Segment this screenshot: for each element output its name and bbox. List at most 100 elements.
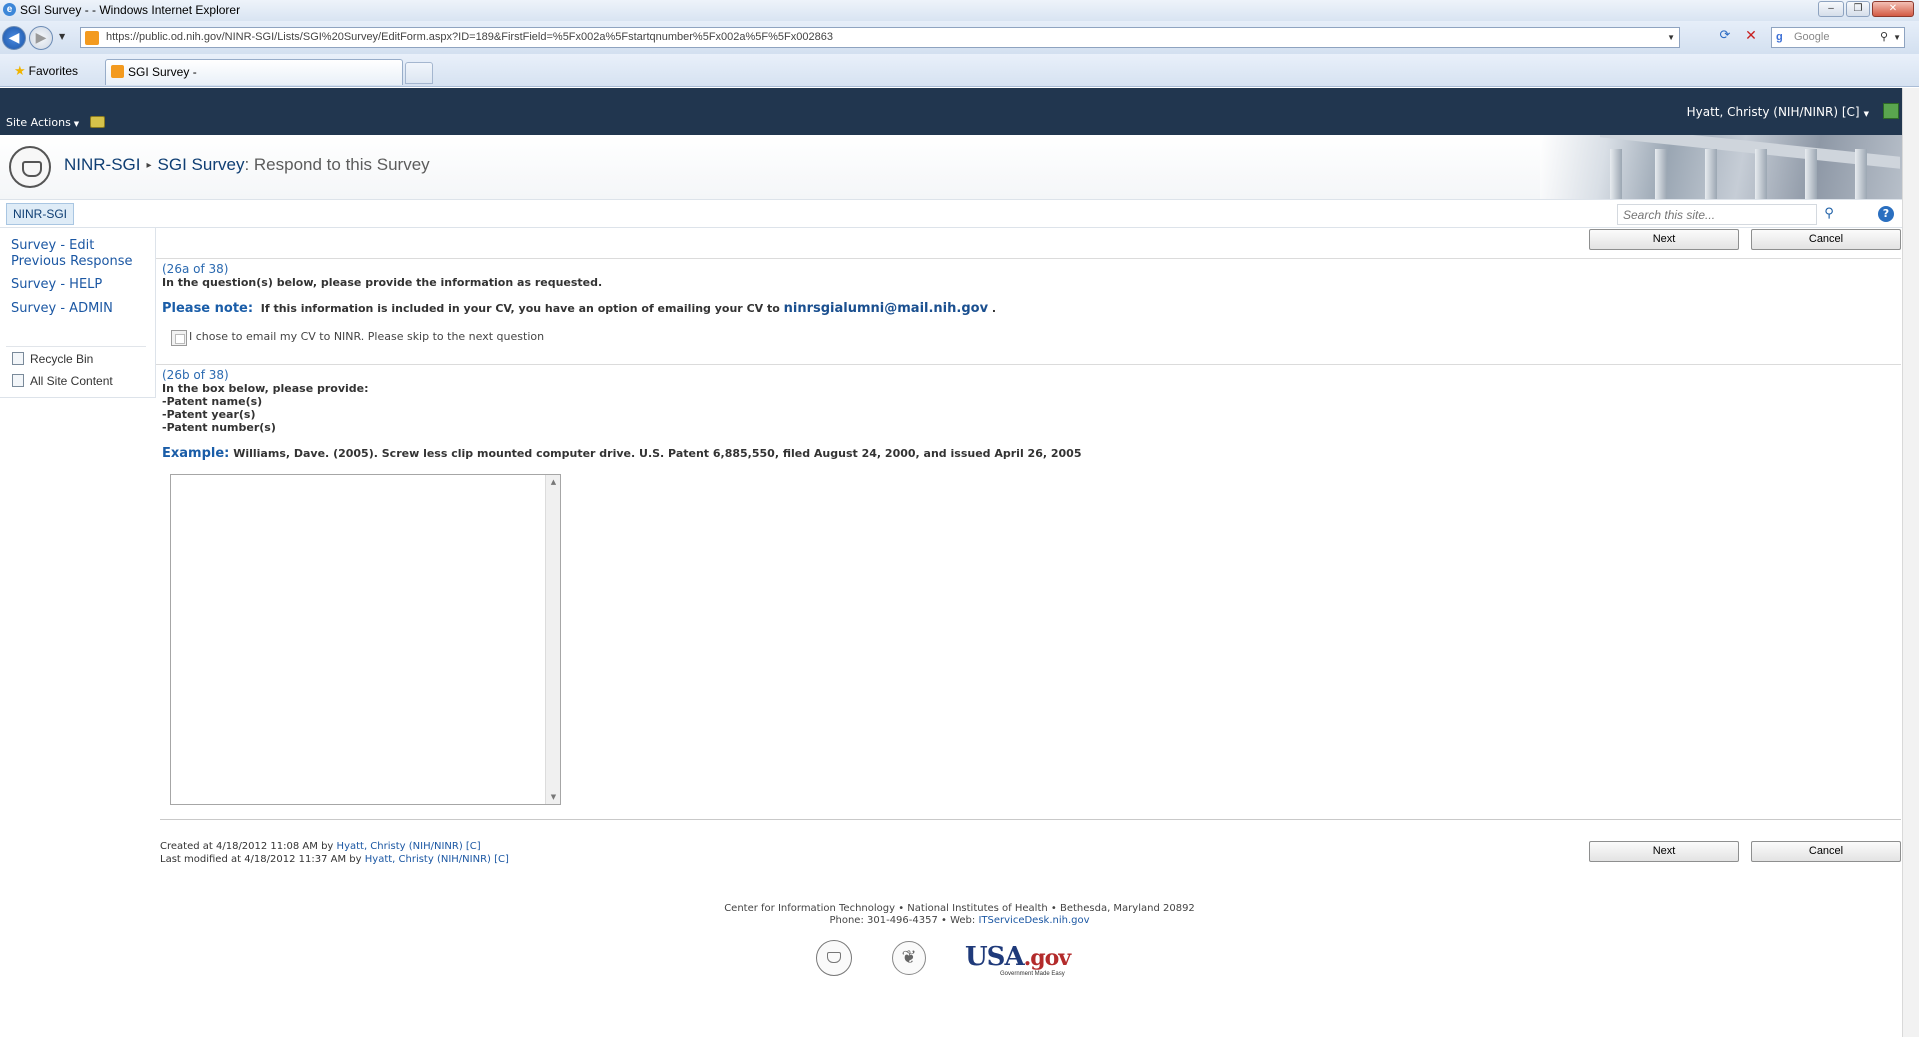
scroll-up-icon[interactable]: ▲ — [546, 478, 561, 486]
header-building-photo — [1540, 135, 1904, 199]
recycle-bin-link[interactable]: Recycle Bin — [12, 352, 93, 366]
divider — [160, 819, 1901, 820]
address-dropdown-icon[interactable]: ▼ — [1667, 28, 1675, 47]
favorites-button[interactable]: ★ Favorites — [14, 63, 78, 79]
address-bar-row: ◀ ▶ ▼ https://public.od.nih.gov/NINR-SGI… — [0, 21, 1919, 54]
nih-seal-icon[interactable] — [816, 940, 852, 976]
tab-ninr-sgi[interactable]: NINR-SGI — [6, 203, 74, 225]
chevron-down-icon: ▼ — [1863, 110, 1869, 118]
sharepoint-top-bar: Site Actions ▼ Hyatt, Christy (NIH/NINR) … — [0, 88, 1919, 135]
textarea-scrollbar[interactable]: ▲ ▼ — [545, 475, 560, 804]
favorites-label: Favorites — [28, 64, 79, 78]
excel-icon[interactable] — [1883, 103, 1899, 119]
hhs-eagle-icon[interactable]: ❦ — [892, 941, 926, 975]
restore-button[interactable]: ❐ — [1846, 1, 1870, 17]
created-info: Created at 4/18/2012 11:08 AM by Hyatt, … — [160, 841, 481, 852]
divider — [156, 364, 1901, 365]
star-icon: ★ — [14, 63, 26, 78]
nih-seal-logo[interactable] — [9, 146, 51, 188]
recent-pages-dropdown-icon[interactable]: ▼ — [59, 32, 65, 41]
created-text: Created at 4/18/2012 11:08 AM by — [160, 841, 334, 852]
instruction-line: In the box below, please provide: — [162, 382, 369, 395]
breadcrumb: NINR-SGI ▸ SGI Survey: Respond to this Sur… — [64, 155, 430, 175]
user-menu[interactable]: Hyatt, Christy (NIH/NINR) [C] ▼ — [1687, 105, 1869, 119]
footer-web-link[interactable]: ITServiceDesk.nih.gov — [978, 915, 1089, 926]
url-text: https://public.od.nih.gov/NINR-SGI/Lists… — [106, 31, 833, 43]
favorites-bar: ★ Favorites SGI Survey - — [0, 54, 1919, 87]
web-search-placeholder: Google — [1794, 31, 1830, 43]
instruction-line: -Patent name(s) — [162, 395, 263, 408]
address-bar[interactable]: https://public.od.nih.gov/NINR-SGI/Lists… — [80, 27, 1680, 48]
patent-details-textarea[interactable] — [170, 474, 561, 805]
site-actions-label: Site Actions — [6, 116, 71, 129]
breadcrumb-list-link[interactable]: SGI Survey — [158, 155, 245, 174]
question-number-26a: (26a of 38) — [162, 262, 229, 276]
question-26b-instructions: In the box below, please provide: -Paten… — [162, 382, 369, 434]
patent-example: Example: Williams, Dave. (2005). Screw l… — [162, 447, 1081, 460]
tab-title: SGI Survey - — [128, 65, 197, 79]
quicklaunch-admin[interactable]: Survey - ADMIN — [11, 301, 113, 317]
email-link[interactable]: ninrsgialumni@mail.nih.gov — [784, 301, 988, 316]
new-tab-button[interactable] — [405, 62, 433, 84]
email-cv-checkbox-label[interactable]: I chose to email my CV to NINR. Please s… — [189, 330, 544, 343]
web-search-input[interactable]: g Google ⚲ ▼ — [1771, 27, 1905, 48]
browser-tab[interactable]: SGI Survey - — [105, 59, 403, 85]
all-site-content-link[interactable]: All Site Content — [12, 374, 113, 388]
instruction-line: -Patent number(s) — [162, 421, 276, 434]
quick-launch: Survey - Edit Previous Response Survey -… — [0, 228, 156, 398]
footer-contact: Phone: 301-496-4357 • Web: ITServiceDesk… — [0, 915, 1919, 927]
site-search-input[interactable] — [1617, 204, 1817, 225]
modified-info: Last modified at 4/18/2012 11:37 AM by H… — [160, 854, 509, 865]
forward-button[interactable]: ▶ — [29, 26, 53, 50]
minimize-button[interactable]: – — [1818, 1, 1844, 17]
breadcrumb-separator-icon: ▸ — [146, 160, 152, 171]
window-title-bar: e SGI Survey - - Windows Internet Explor… — [0, 0, 1919, 21]
scroll-down-icon[interactable]: ▼ — [546, 793, 561, 801]
search-icon[interactable]: ⚲ — [1880, 28, 1888, 47]
google-icon: g — [1776, 31, 1783, 43]
stop-icon[interactable]: ✕ — [1741, 28, 1761, 47]
top-navigation: NINR-SGI ⚲ ? — [0, 201, 1919, 228]
recycle-bin-icon — [12, 352, 24, 365]
divider — [156, 258, 1901, 259]
next-button-bottom[interactable]: Next — [1589, 841, 1739, 862]
help-icon[interactable]: ? — [1878, 206, 1894, 222]
navigate-up-icon[interactable] — [90, 116, 105, 128]
all-site-content-label: All Site Content — [30, 374, 113, 388]
footer-phone: Phone: 301-496-4357 • Web: — [829, 915, 976, 926]
window-title: SGI Survey - - Windows Internet Explorer — [20, 3, 241, 17]
footer-address: Center for Information Technology • Nati… — [724, 903, 1195, 914]
tab-page-icon — [111, 65, 124, 78]
usa-gov-logo[interactable]: USA.gov — [965, 942, 1071, 972]
close-window-button[interactable]: ✕ — [1872, 1, 1914, 17]
usa-gov-tagline: Government Made Easy — [1000, 971, 1065, 977]
question-26a-instruction: In the question(s) below, please provide… — [162, 276, 603, 289]
cancel-button-top[interactable]: Cancel — [1751, 229, 1901, 250]
site-header: NINR-SGI ▸ SGI Survey: Respond to this Sur… — [0, 135, 1919, 200]
created-by-user-link[interactable]: Hyatt, Christy (NIH/NINR) [C] — [337, 841, 481, 852]
example-heading: Example: — [162, 446, 230, 461]
modified-text: Last modified at 4/18/2012 11:37 AM by — [160, 854, 362, 865]
cancel-button-bottom[interactable]: Cancel — [1751, 841, 1901, 862]
refresh-icon[interactable]: ⟳ — [1715, 28, 1735, 47]
back-button[interactable]: ◀ — [2, 26, 26, 50]
email-cv-checkbox[interactable] — [171, 330, 187, 346]
page-scrollbar[interactable] — [1902, 88, 1919, 1037]
quicklaunch-edit-previous-response[interactable]: Survey - Edit Previous Response — [11, 238, 146, 270]
internet-explorer-icon: e — [3, 3, 16, 16]
breadcrumb-site-link[interactable]: NINR-SGI — [64, 155, 141, 174]
next-button-top[interactable]: Next — [1589, 229, 1739, 250]
page-icon — [85, 31, 99, 45]
modified-by-user-link[interactable]: Hyatt, Christy (NIH/NINR) [C] — [365, 854, 509, 865]
site-actions-menu[interactable]: Site Actions ▼ — [6, 116, 79, 129]
quicklaunch-help[interactable]: Survey - HELP — [11, 277, 102, 293]
example-text: Williams, Dave. (2005). Screw less clip … — [233, 447, 1082, 460]
question-number-26b: (26b of 38) — [162, 368, 229, 382]
instruction-line: -Patent year(s) — [162, 408, 256, 421]
note-heading: Please note: — [162, 301, 254, 316]
question-26a-note: Please note: If this information is incl… — [162, 302, 996, 315]
note-end: . — [991, 302, 997, 315]
search-icon[interactable]: ⚲ — [1818, 204, 1840, 225]
page-footer: Center for Information Technology • Nati… — [0, 903, 1919, 927]
search-options-dropdown-icon[interactable]: ▼ — [1893, 28, 1901, 47]
